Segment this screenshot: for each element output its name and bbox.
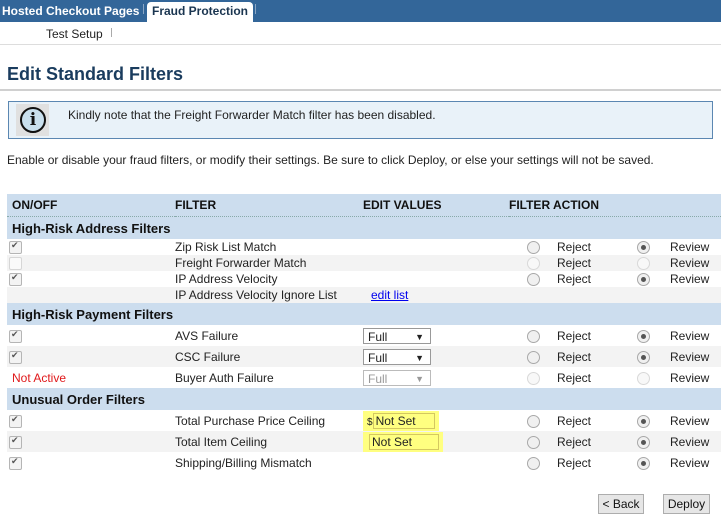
info-icon: i [16,104,49,136]
title-divider [0,89,721,91]
reject-radio[interactable] [526,435,540,449]
table-row: Total Purchase Price Ceiling $Not Set Re… [7,410,721,431]
reject-label: Reject [557,455,592,470]
item-ceiling-input[interactable]: Not Set [369,433,439,450]
top-nav: Hosted Checkout Pages Fraud Protection [0,0,721,22]
reject-radio[interactable] [526,371,540,385]
review-label: Review [670,328,710,343]
enable-checkbox[interactable] [9,350,22,364]
review-radio[interactable] [637,435,650,449]
filter-name: IP Address Velocity Ignore List [175,287,363,303]
nav-separator [255,4,256,14]
reject-label: Reject [557,328,592,343]
subnav-test-setup[interactable]: Test Setup [46,27,103,41]
notice-message: Kindly note that the Freight Forwarder M… [68,108,436,122]
review-label: Review [670,255,721,271]
table-row: IP Address Velocity Ignore List edit lis… [7,287,721,303]
reject-radio[interactable] [526,329,540,343]
reject-radio[interactable] [526,273,540,287]
enable-checkbox[interactable] [9,456,22,470]
filter-name: Buyer Auth Failure [175,370,274,385]
header-on-off: ON/OFF [7,194,175,217]
group-high-risk-address: High-Risk Address Filters [7,216,721,239]
reject-radio[interactable] [526,257,540,271]
avs-level-select[interactable]: Full ▼ [363,327,431,344]
edit-list-link[interactable]: edit list [371,288,408,302]
review-label: Review [670,272,710,286]
table-row: Shipping/Billing Mismatch Reject Review [7,452,721,473]
review-label: Review [670,346,721,367]
header-filter: FILTER [175,194,363,217]
header-edit-values: EDIT VALUES [363,194,509,217]
enable-checkbox[interactable] [9,257,22,271]
enable-checkbox[interactable] [9,435,22,449]
filters-table: ON/OFF FILTER EDIT VALUES FILTER ACTION … [7,194,721,473]
review-radio[interactable] [637,273,650,287]
deploy-button[interactable]: Deploy [663,494,710,514]
back-button[interactable]: < Back [598,494,644,514]
table-row: Freight Forwarder Match Reject Review [7,255,721,271]
reject-label: Reject [557,255,637,271]
reject-label: Reject [557,272,592,286]
review-radio[interactable] [637,329,650,343]
filter-name: Total Item Ceiling [175,431,363,452]
nav-separator [143,4,144,14]
filter-name: Total Purchase Price Ceiling [175,413,326,428]
subnav-separator [111,28,112,37]
table-row: CSC Failure Full▼ Reject Review [7,346,721,367]
enable-checkbox[interactable] [9,329,22,343]
review-radio[interactable] [637,414,650,428]
review-radio[interactable] [637,241,650,255]
csc-level-select[interactable]: Full ▼ [363,348,431,365]
filter-name: Zip Risk List Match [175,240,277,254]
review-radio[interactable] [637,371,650,385]
sub-nav: Test Setup [0,22,721,45]
enable-checkbox[interactable] [9,414,22,428]
group-unusual-order: Unusual Order Filters [7,388,721,410]
enable-checkbox[interactable] [9,240,22,255]
review-label: Review [670,240,710,254]
notice-banner: i Kindly note that the Freight Forwarder… [8,101,713,139]
group-high-risk-payment: High-Risk Payment Filters [7,303,721,325]
table-row: Zip Risk List Match Reject Review [7,239,721,255]
reject-label: Reject [557,346,637,367]
dropdown-arrow-icon: ▼ [415,373,424,384]
filter-name: IP Address Velocity [175,272,278,286]
reject-label: Reject [557,240,592,254]
reject-radio[interactable] [526,241,540,255]
review-radio[interactable] [637,257,650,271]
review-label: Review [670,431,721,452]
filter-name: Shipping/Billing Mismatch [175,455,312,470]
reject-label: Reject [557,370,592,385]
filter-name: CSC Failure [175,346,363,367]
dropdown-arrow-icon: ▼ [415,331,424,342]
page-title: Edit Standard Filters [7,64,184,84]
review-radio[interactable] [637,456,650,470]
table-row: IP Address Velocity Reject Review [7,271,721,287]
table-header: ON/OFF FILTER EDIT VALUES FILTER ACTION [7,194,721,217]
review-label: Review [670,455,710,470]
tab-fraud-protection[interactable]: Fraud Protection [147,2,254,22]
reject-radio[interactable] [526,414,540,428]
tab-hosted-checkout-pages[interactable]: Hosted Checkout Pages [2,0,139,22]
not-active-status: Not Active [12,370,67,385]
buyer-auth-level-select[interactable]: Full ▼ [363,369,431,386]
reject-label: Reject [557,431,637,452]
filter-name: AVS Failure [175,328,239,343]
reject-radio[interactable] [526,456,540,470]
header-filter-action: FILTER ACTION [509,194,721,217]
table-row: Not Active Buyer Auth Failure Full ▼ Reje… [7,367,721,388]
filter-name: Freight Forwarder Match [175,255,363,271]
purchase-price-ceiling-input[interactable]: Not Set [372,412,435,429]
table-row: AVS Failure Full▼ Reject Review [7,325,721,346]
table-row: Total Item Ceiling Not Set Reject Review [7,431,721,452]
review-radio[interactable] [637,350,650,364]
review-label: Review [670,370,710,385]
review-label: Review [670,413,710,428]
reject-label: Reject [557,413,592,428]
reject-radio[interactable] [526,350,540,364]
dropdown-arrow-icon: ▼ [415,352,424,363]
intro-text: Enable or disable your fraud filters, or… [7,153,654,167]
enable-checkbox[interactable] [9,272,22,287]
